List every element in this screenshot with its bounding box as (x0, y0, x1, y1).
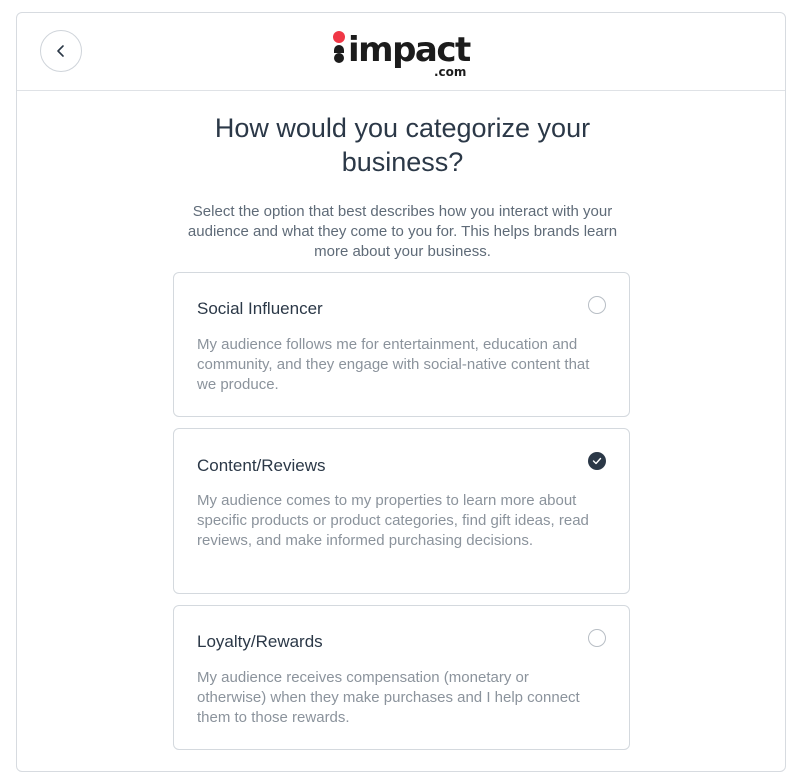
modal-header: impact .com (17, 13, 785, 91)
option-title: Loyalty/Rewards (197, 632, 323, 651)
chevron-left-icon (57, 45, 64, 57)
back-button[interactable] (40, 30, 82, 72)
radio-checked[interactable] (588, 452, 606, 470)
logo-red-dot (333, 31, 345, 43)
option-social-influencer[interactable]: Social Influencer My audience follows me… (173, 272, 630, 417)
impact-logo: impact .com (333, 30, 473, 81)
option-title: Content/Reviews (197, 456, 326, 475)
radio-unchecked[interactable] (588, 296, 606, 314)
option-description: My audience receives compensation (monet… (197, 669, 580, 726)
logo-dark-dot (334, 53, 344, 63)
logo-suffix: .com (434, 65, 467, 79)
option-title: Social Influencer (197, 299, 323, 318)
page-title-text: How would you categorize your business? (214, 113, 591, 177)
page-title: How would you categorize your business? (0, 111, 805, 179)
option-content-reviews[interactable]: Content/Reviews My audience comes to my … (173, 428, 630, 594)
option-loyalty-rewards[interactable]: Loyalty/Rewards My audience receives com… (173, 605, 630, 750)
logo-wordmark: impact (348, 30, 471, 70)
checkmark-icon (592, 457, 602, 465)
page-subtitle: Select the option that best describes ho… (187, 203, 618, 260)
option-description: My audience comes to my properties to le… (197, 492, 589, 549)
radio-unchecked[interactable] (588, 629, 606, 647)
logo-dark-mark (334, 45, 344, 53)
option-description: My audience follows me for entertainment… (197, 336, 590, 393)
